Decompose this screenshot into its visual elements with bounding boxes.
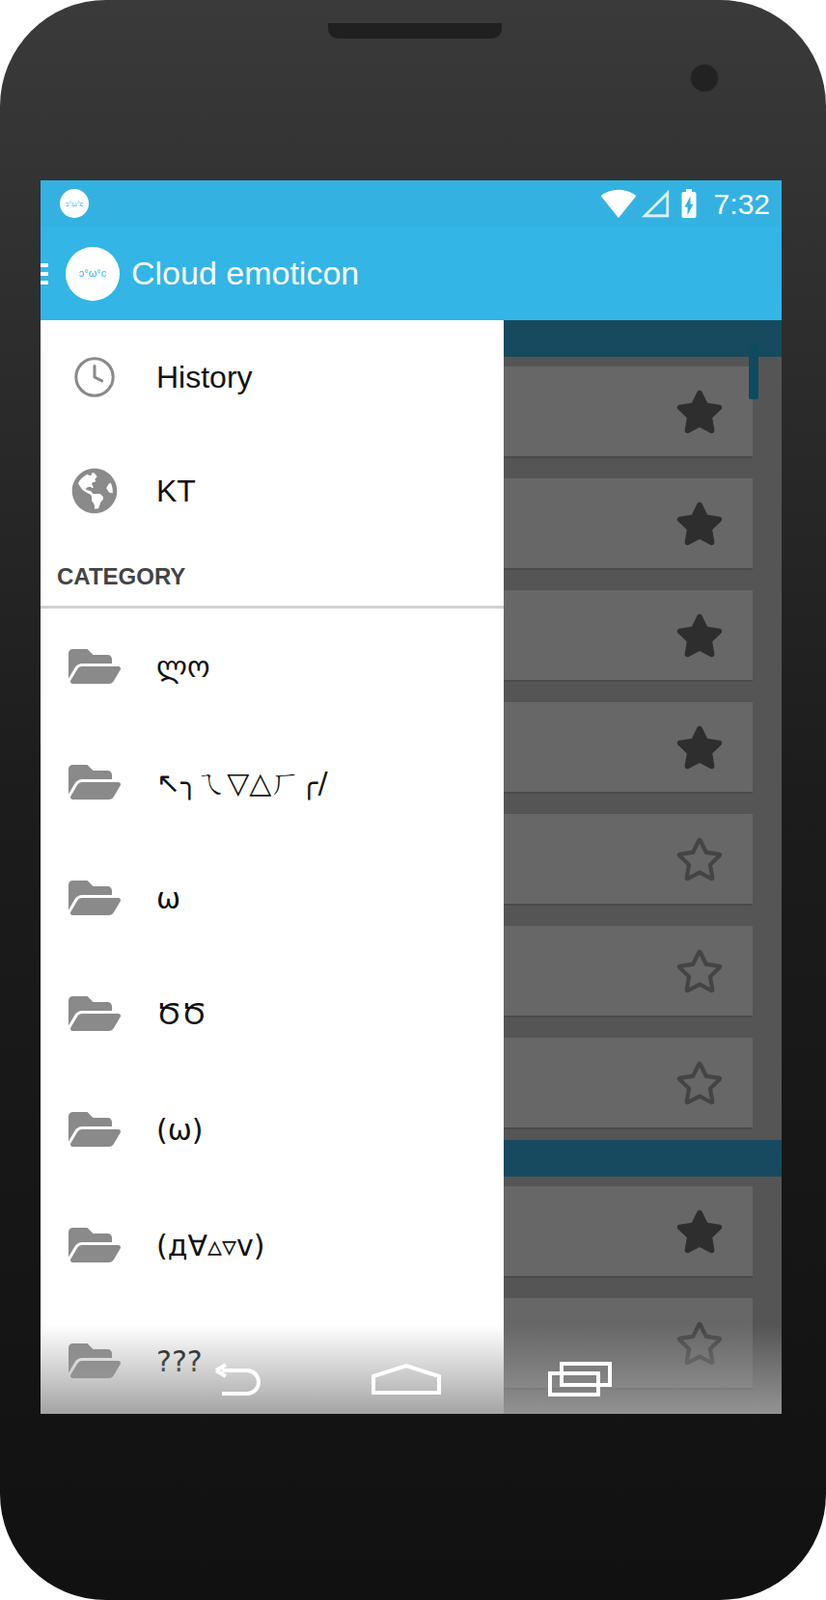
section-header [503, 1140, 782, 1178]
page: ɔ°ω°c7:32ɔ°ω°cCloud emoticonHistoryKTCAT… [0, 0, 826, 1600]
folder-icon [68, 640, 121, 693]
emoticon-card[interactable] [503, 590, 753, 683]
app-title: Cloud emoticon [131, 248, 359, 299]
drawer-item[interactable]: KT [40, 434, 504, 549]
body: HistoryKTCATEGORYლო↖╮ㄟ▽△ㄏ╭/ωԾԾ(ω)(д∀▵▿v)… [40, 320, 782, 1415]
emoticon-card[interactable] [503, 1038, 753, 1130]
front-camera [689, 63, 719, 93]
star-filled-icon[interactable] [675, 387, 724, 437]
screen: ɔ°ω°c7:32ɔ°ω°cCloud emoticonHistoryKTCAT… [40, 180, 782, 1415]
category-item[interactable]: ↖╮ㄟ▽△ㄏ╭/ [40, 724, 504, 841]
speaker-grill [328, 23, 502, 39]
notification-app-icon: ɔ°ω°c [59, 189, 89, 219]
back-icon[interactable] [208, 1363, 267, 1397]
star-filled-icon[interactable] [675, 1208, 724, 1257]
category-item[interactable]: (ω) [40, 1072, 504, 1188]
home-icon[interactable] [370, 1363, 442, 1397]
emoticon-card[interactable] [503, 814, 753, 907]
wifi-icon [600, 185, 637, 222]
emoticon-card[interactable] [503, 702, 753, 795]
app-bar: ɔ°ω°cCloud emoticon [40, 226, 782, 321]
cellular-icon [638, 187, 672, 221]
battery-icon [671, 186, 707, 221]
star-filled-icon[interactable] [675, 499, 724, 549]
star-outline-icon[interactable] [675, 835, 724, 884]
star-filled-icon[interactable] [675, 611, 724, 661]
star-filled-icon[interactable] [675, 723, 724, 772]
list-section [503, 320, 782, 1141]
star-outline-icon[interactable] [675, 947, 724, 996]
folder-icon [68, 756, 121, 809]
globe-icon [71, 468, 118, 515]
emoticon-list [503, 320, 782, 1415]
category-item[interactable]: ԾԾ [40, 956, 504, 1073]
emoticon-card[interactable] [503, 926, 753, 1019]
recent-apps-icon[interactable] [546, 1362, 614, 1398]
section-header [503, 320, 782, 358]
drawer-item[interactable]: History [40, 320, 504, 435]
category-item[interactable]: ლო [40, 608, 504, 725]
category-item[interactable]: ω [40, 840, 504, 957]
emoticon-card[interactable] [503, 478, 753, 571]
folder-icon [68, 1219, 121, 1272]
folder-icon [68, 988, 121, 1041]
star-outline-icon[interactable] [675, 1059, 724, 1108]
status-bar: ɔ°ω°c 7:32 [40, 180, 782, 227]
clock-time: 7:32 [714, 182, 771, 226]
folder-icon [68, 872, 121, 925]
phone-frame: ɔ°ω°c7:32ɔ°ω°cCloud emoticonHistoryKTCAT… [0, 0, 826, 1600]
app-logo[interactable]: ɔ°ω°c [65, 247, 120, 302]
navigation-drawer: HistoryKTCATEGORYლო↖╮ㄟ▽△ㄏ╭/ωԾԾ(ω)(д∀▵▿v)… [40, 320, 504, 1415]
folder-icon [68, 1103, 121, 1157]
category-item[interactable]: (д∀▵▿v) [40, 1187, 504, 1304]
emoticon-card[interactable] [503, 1186, 753, 1279]
emoticon-card[interactable] [503, 366, 753, 459]
clock-icon [72, 355, 117, 400]
scrollbar[interactable] [748, 343, 759, 400]
navigation-bar [40, 1325, 782, 1415]
category-header: CATEGORY [40, 548, 504, 609]
drawer-indicator-icon[interactable] [40, 263, 49, 285]
